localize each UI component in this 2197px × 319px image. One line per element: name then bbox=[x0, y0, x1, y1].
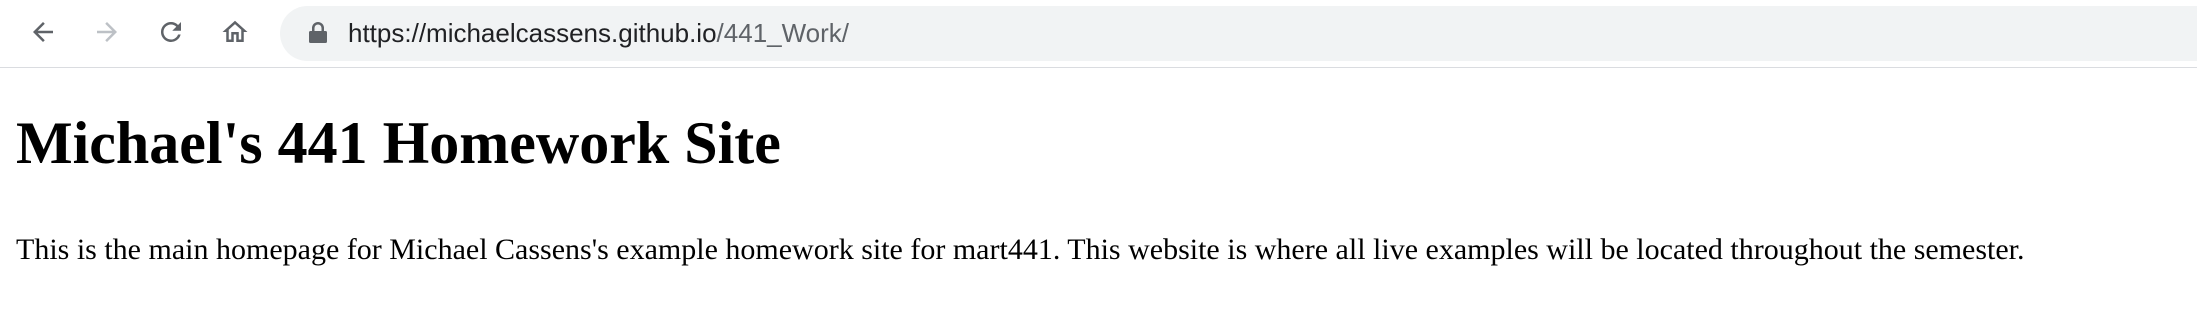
arrow-left-icon bbox=[33, 22, 53, 42]
forward-button[interactable] bbox=[87, 12, 127, 52]
url-text[interactable]: https://michaelcassens.github.io/441_Wor… bbox=[348, 6, 849, 61]
home-icon bbox=[222, 20, 248, 42]
url-host: https://michaelcassens.github.io bbox=[348, 18, 717, 48]
reload-button[interactable] bbox=[151, 12, 191, 52]
back-button[interactable] bbox=[23, 12, 63, 52]
arrow-right-icon bbox=[97, 22, 117, 42]
lock-icon[interactable] bbox=[308, 22, 328, 44]
address-bar[interactable]: https://michaelcassens.github.io/441_Wor… bbox=[280, 6, 2197, 61]
page-title: Michael's 441 Homework Site bbox=[16, 110, 781, 176]
url-path: /441_Work/ bbox=[716, 18, 850, 48]
page-description: This is the main homepage for Michael Ca… bbox=[16, 233, 2025, 266]
browser-toolbar: https://michaelcassens.github.io/441_Wor… bbox=[0, 0, 2197, 68]
reload-icon bbox=[160, 21, 181, 42]
home-button[interactable] bbox=[215, 12, 255, 52]
